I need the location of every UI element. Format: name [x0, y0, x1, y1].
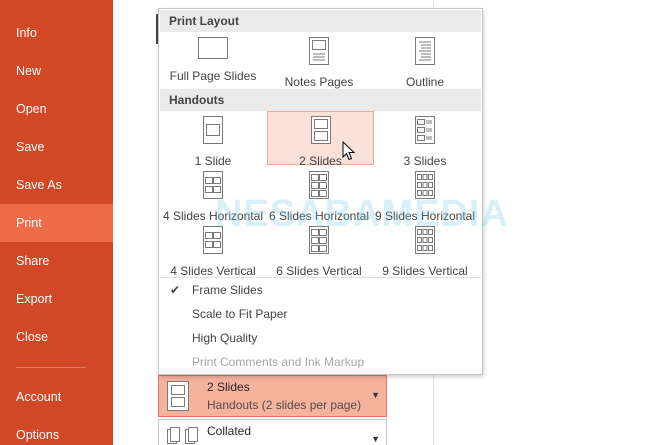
sidebar-item-options[interactable]: Options	[0, 416, 113, 445]
print-layout-setting[interactable]: 2 Slides Handouts (2 slides per page) ▼	[158, 375, 387, 417]
mouse-cursor-icon	[342, 140, 356, 166]
sidebar-item-save-as[interactable]: Save As	[0, 166, 113, 204]
option-label: Notes Pages	[284, 75, 354, 89]
sidebar-item-export[interactable]: Export	[0, 280, 113, 318]
option-label: 4 Slides Vertical	[170, 264, 256, 278]
option-3-slides[interactable]: 3 Slides	[372, 116, 478, 168]
backstage-sidebar: Info New Open Save Save As Print Share E…	[0, 0, 113, 445]
sidebar-item-info[interactable]: Info	[0, 14, 113, 52]
sidebar-item-save[interactable]: Save	[0, 128, 113, 166]
outline-icon	[372, 37, 478, 70]
option-label: Outline	[405, 75, 445, 89]
notes-page-icon	[266, 37, 372, 70]
option-label: Full Page Slides	[169, 69, 257, 83]
handout-2-slides-icon	[167, 381, 189, 416]
sidebar-item-share[interactable]: Share	[0, 242, 113, 280]
collation-setting[interactable]: Collated ▼	[158, 419, 387, 445]
option-label: High Quality	[192, 331, 258, 345]
layout-setting-subtitle: Handouts (2 slides per page)	[207, 398, 362, 412]
dropdown-arrow-icon: ▼	[371, 390, 380, 400]
dropdown-arrow-icon: ▼	[371, 434, 380, 444]
option-print-comments: Print Comments and Ink Markup	[160, 350, 481, 374]
layout-setting-title: 2 Slides	[207, 380, 250, 394]
option-scale-to-fit-paper[interactable]: Scale to Fit Paper	[160, 302, 481, 326]
option-label: Frame Slides	[192, 283, 263, 297]
option-label: Print Comments and Ink Markup	[192, 355, 365, 369]
option-full-page-slides[interactable]: Full Page Slides	[160, 37, 266, 83]
option-high-quality[interactable]: High Quality	[160, 326, 481, 350]
collated-pages-icon	[167, 425, 201, 445]
handout-2-slides-icon	[268, 116, 373, 149]
print-layout-dropdown: Print Layout Full Page Slides Notes Page…	[158, 8, 483, 375]
option-notes-pages[interactable]: Notes Pages	[266, 37, 372, 89]
option-2-slides[interactable]: 2 Slides	[267, 111, 374, 168]
handouts-header: Handouts	[160, 89, 481, 111]
full-page-slide-icon	[160, 37, 266, 64]
sidebar-item-close[interactable]: Close	[0, 318, 113, 356]
option-frame-slides[interactable]: ✔ Frame Slides	[160, 278, 481, 302]
sidebar-item-open[interactable]: Open	[0, 90, 113, 128]
handout-1-slide-icon	[160, 116, 266, 149]
option-label: 1 Slide	[194, 154, 232, 168]
sidebar-item-new[interactable]: New	[0, 52, 113, 90]
option-label: Scale to Fit Paper	[192, 307, 288, 321]
sidebar-item-account[interactable]: Account	[0, 378, 113, 416]
powerpoint-backstage-print: Info New Open Save Save As Print Share E…	[0, 0, 670, 445]
option-label: 2 Slides	[299, 154, 342, 168]
option-label: 6 Slides Vertical	[276, 264, 362, 278]
sidebar-item-print[interactable]: Print	[0, 204, 113, 242]
option-label: 9 Slides Vertical	[382, 264, 468, 278]
option-outline[interactable]: Outline	[372, 37, 478, 89]
handout-3-slides-icon	[372, 116, 478, 149]
collation-setting-title: Collated	[207, 424, 252, 438]
option-label: 3 Slides	[403, 154, 447, 168]
watermark-logo: NESABAMEDIA	[215, 193, 509, 235]
checkmark-icon: ✔	[170, 283, 181, 297]
print-layout-header: Print Layout	[160, 10, 481, 32]
sidebar-divider	[16, 367, 86, 368]
option-1-slide[interactable]: 1 Slide	[160, 116, 266, 168]
